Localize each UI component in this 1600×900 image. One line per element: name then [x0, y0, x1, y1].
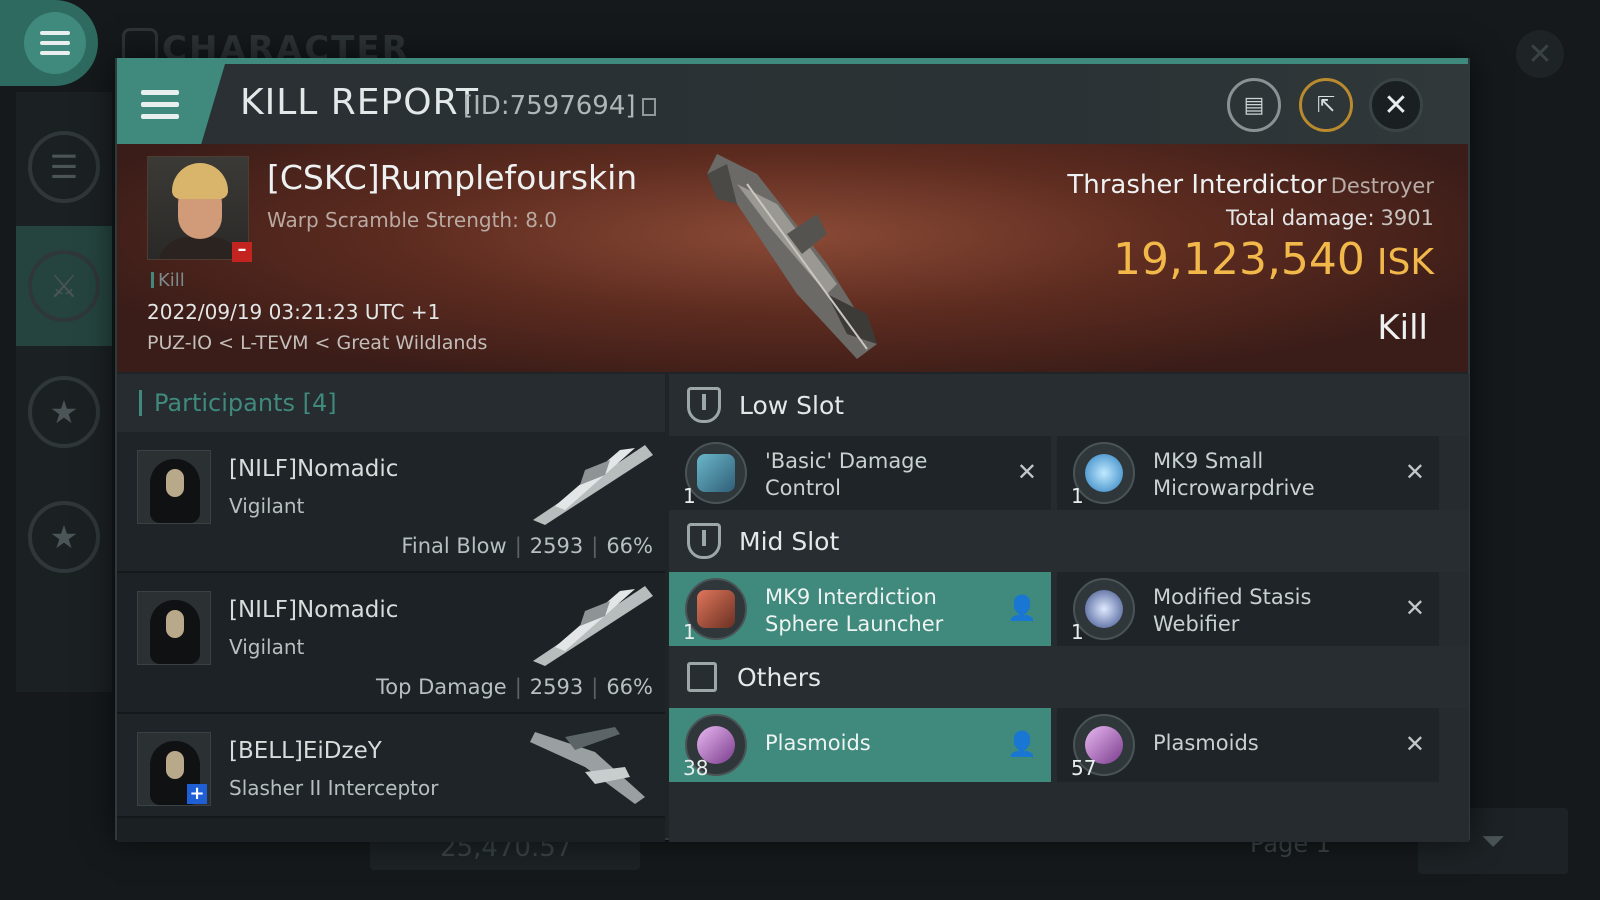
mid-slot-header: Mid Slot [669, 510, 1469, 572]
fitting-item[interactable]: 1 Modified Stasis Webifier ✕ [1057, 572, 1439, 646]
participant-row[interactable]: [NILF]Nomadic Vigilant Final Blow | 2593 | 6… [117, 432, 665, 573]
hostile-standing-icon: – [232, 241, 252, 262]
copy-icon[interactable] [641, 98, 656, 116]
modal-title: KILL REPORT [240, 82, 479, 123]
participant-name[interactable]: [NILF]Nomadic [229, 597, 398, 623]
participant-ship-image[interactable] [525, 440, 655, 530]
background-close-button[interactable]: ✕ [1516, 30, 1564, 78]
fitting-item[interactable]: 1 'Basic' Damage Control ✕ [669, 436, 1051, 510]
participant-row[interactable]: [NILF]Nomadic Vigilant Top Damage | 2593 | 6… [117, 573, 665, 714]
victim-subtitle: Warp Scramble Strength: 8.0 [267, 208, 558, 232]
star-icon: ★ [28, 376, 100, 448]
participant-portrait[interactable] [137, 591, 211, 665]
close-icon: ✕ [1383, 87, 1409, 123]
crossed-swords-icon: ⚔ [28, 250, 100, 322]
participant-row[interactable]: + [BELL]EiDzeY Slasher II Interceptor [117, 714, 665, 818]
participant-name[interactable]: [NILF]Nomadic [229, 456, 398, 482]
low-slot-icon [687, 387, 721, 423]
item-name: 'Basic' Damage Control [765, 449, 928, 500]
victim-ship-image[interactable] [677, 144, 917, 372]
modal-menu-button[interactable] [117, 64, 225, 144]
main-menu-button[interactable] [0, 0, 98, 86]
friendly-standing-icon: + [187, 784, 207, 804]
kill-location[interactable]: PUZ-IO < L-TEVM < Great Wildlands [147, 332, 487, 354]
kill-report-modal: KILL REPORT [ID:7597694] ▤ ⇱ ✕ – [CSKC]R… [115, 58, 1470, 842]
destroyed-x-icon: ✕ [1404, 730, 1425, 758]
fitting-item[interactable]: 1 MK9 Interdiction Sphere Launcher 👤 [669, 572, 1051, 646]
item-name: Plasmoids [765, 731, 871, 755]
item-name: MK9 Small Microwarpdrive [1153, 449, 1315, 500]
participant-stats: Final Blow | 2593 | 66% [401, 534, 653, 558]
filter-icon: ⏷ [1481, 823, 1505, 859]
item-name: Plasmoids [1153, 731, 1259, 755]
item-name: Modified Stasis Webifier [1153, 585, 1312, 636]
participants-header[interactable]: Participants [4] [117, 374, 665, 432]
participant-ship: Vigilant [229, 635, 305, 659]
kill-tag: Kill [151, 270, 185, 291]
clipboard-icon: ▤ [1243, 92, 1265, 118]
share-icon: ⇱ [1316, 92, 1336, 118]
victim-name[interactable]: [CSKC]Rumplefourskin [267, 158, 637, 197]
background-sidebar: ☰ ⚔ ★ ★ [16, 92, 112, 692]
low-slot-header: Low Slot [669, 374, 1469, 436]
star-badge-icon: ★ [28, 501, 100, 573]
total-damage: Total damage: 3901 [1225, 206, 1434, 230]
others-header: Others [669, 646, 1469, 708]
sidebar-item-kills[interactable]: ⚔ [16, 226, 112, 346]
sidebar-item-rank[interactable]: ★ [16, 482, 112, 592]
participant-name[interactable]: [BELL]EiDzeY [229, 738, 382, 764]
destroyed-x-icon: ✕ [1404, 458, 1425, 486]
sidebar-item-favorites[interactable]: ★ [16, 362, 112, 462]
item-name: MK9 Interdiction Sphere Launcher [765, 585, 944, 636]
hamburger-icon [24, 12, 86, 74]
fitting-item[interactable]: 38 Plasmoids 👤 [669, 708, 1051, 782]
participant-ship: Vigilant [229, 494, 305, 518]
cargo-box-icon [687, 662, 717, 692]
destroyed-x-icon: ✕ [1404, 594, 1425, 622]
share-button[interactable]: ⇱ [1299, 78, 1353, 132]
close-button[interactable]: ✕ [1369, 78, 1423, 132]
fittings-panel: Low Slot 1 'Basic' Damage Control ✕ 1 MK… [669, 374, 1469, 842]
mid-slot-icon [687, 523, 721, 559]
participants-panel: Participants [4] [NILF]Nomadic Vigilant … [117, 374, 665, 842]
victim-ship-name[interactable]: Thrasher Interdictor Destroyer [1067, 170, 1434, 200]
clipboard-button[interactable]: ▤ [1227, 78, 1281, 132]
destroyed-x-icon: ✕ [1016, 458, 1037, 486]
person-icon: 👤 [1007, 594, 1037, 622]
participant-portrait[interactable] [137, 450, 211, 524]
person-icon: 👤 [1007, 730, 1037, 758]
modal-header: KILL REPORT [ID:7597694] ▤ ⇱ ✕ [117, 64, 1468, 144]
sidebar-item-list[interactable]: ☰ [16, 112, 112, 222]
kill-datetime: 2022/09/19 03:21:23 UTC +1 [147, 300, 441, 324]
participant-ship: Slasher II Interceptor [229, 776, 439, 800]
list-icon: ☰ [28, 131, 100, 203]
isk-value: 19,123,540 ISK [1112, 234, 1434, 285]
victim-banner: – [CSKC]Rumplefourskin Warp Scramble Str… [117, 144, 1468, 372]
participant-ship-image[interactable] [525, 722, 655, 812]
kill-id[interactable]: [ID:7597694] [463, 91, 656, 121]
participant-stats: Top Damage | 2593 | 66% [375, 675, 653, 699]
fitting-item[interactable]: 1 MK9 Small Microwarpdrive ✕ [1057, 436, 1439, 510]
kill-result-label: Kill [1377, 308, 1428, 348]
participant-ship-image[interactable] [525, 581, 655, 671]
fitting-item[interactable]: 57 Plasmoids ✕ [1057, 708, 1439, 782]
